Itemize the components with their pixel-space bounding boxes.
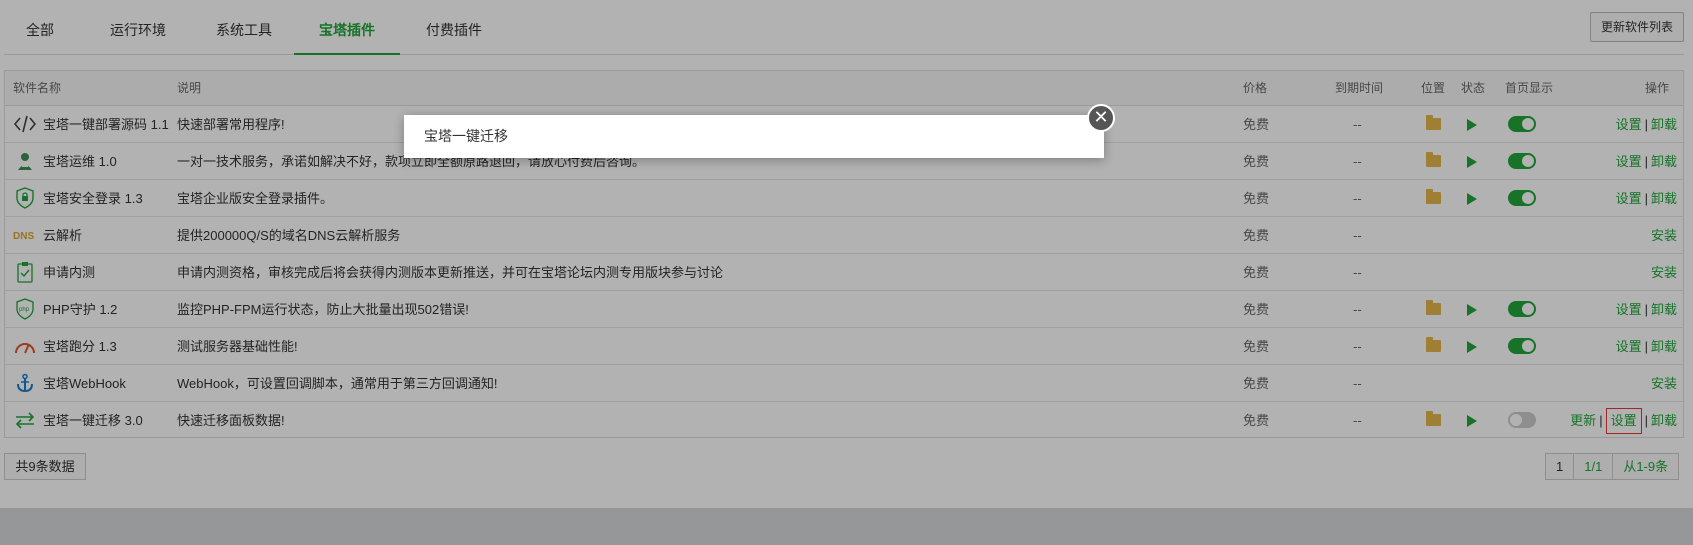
migrate-dialog: 宝塔一键迁移 [404, 115, 1104, 158]
dialog-title: 宝塔一键迁移 [424, 128, 508, 144]
modal-overlay[interactable]: 宝塔一键迁移 ✕ [0, 0, 1693, 545]
close-icon[interactable]: ✕ [1087, 104, 1115, 132]
